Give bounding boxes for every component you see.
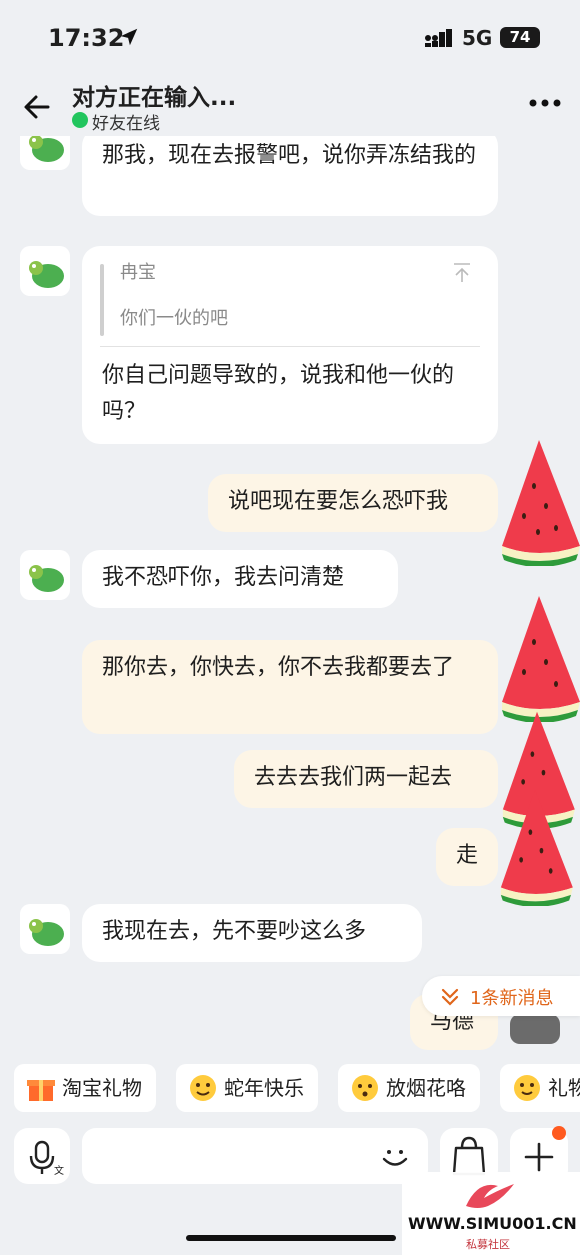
message-bubble[interactable]: 那我，现在去报警吧，说你弄冻结我的 [82,136,498,216]
voice-input-button[interactable]: 文 [14,1128,70,1184]
emoji-face-icon [190,1075,216,1101]
arrow-up-to-top-icon[interactable] [450,260,474,284]
avatar[interactable] [20,550,70,600]
battery-icon: 74 [500,27,540,48]
online-status-icon [72,112,88,128]
svg-text:文: 文 [54,1164,64,1177]
quote-text: 你们一伙的吧 [120,308,228,329]
message-input[interactable] [82,1128,428,1184]
message-text: 你自己问题导致的，说我和他一伙的吗？ [102,363,455,424]
quick-action-label: 放烟花咯 [386,1076,466,1100]
quick-action-label: 蛇年快乐 [224,1076,304,1100]
location-arrow-icon [120,28,138,46]
quick-actions-bar: 淘宝礼物 蛇年快乐 放烟花咯 礼物 [0,1064,580,1114]
avatar[interactable] [20,246,70,296]
message-bubble[interactable]: 我不恐吓你，我去问清楚 [82,550,398,608]
watermark: WWW.SIMU001.CN 私募社区 [402,1172,580,1255]
smiley-icon[interactable] [378,1140,412,1174]
message-bubble[interactable]: 说吧现在要怎么恐吓我 [208,474,498,532]
status-time: 17:32 [48,24,125,52]
status-bar: 17:32 5G 74 [0,0,580,72]
quick-action-gift[interactable]: 礼物 [500,1064,580,1112]
message-bubble[interactable]: 我现在去，先不要吵这么多 [82,904,422,962]
notification-dot [552,1126,566,1140]
quote-bar [100,264,104,336]
chat-header: 对方正在输入... 好友在线 [0,72,580,136]
watermelon-sticker [500,789,573,906]
gift-icon [27,1080,55,1101]
microphone-icon: 文 [29,1140,64,1177]
quoted-message-bubble[interactable]: 冉宝 你们一伙的吧 你自己问题导致的，说我和他一伙的吗？ [82,246,498,444]
message-bubble[interactable]: 去去去我们两一起去 [234,750,498,808]
new-message-indicator[interactable]: 1条新消息 [422,976,580,1016]
more-options-icon[interactable] [528,98,562,108]
avatar[interactable] [510,1014,560,1044]
quick-action-fireworks[interactable]: 放烟花咯 [338,1064,480,1112]
quick-action-taobao-gift[interactable]: 淘宝礼物 [14,1064,156,1112]
quick-action-label: 淘宝礼物 [62,1076,142,1100]
watermark-url: WWW.SIMU001.CN [408,1214,577,1233]
home-indicator[interactable] [186,1235,396,1241]
double-chevron-down-icon [441,988,459,1006]
avatar[interactable] [20,904,70,954]
watermark-logo [466,1184,514,1208]
watermelon-sticker [502,596,580,722]
quote-divider [100,346,480,347]
emoji-face-icon [514,1075,540,1101]
new-message-label: 1条新消息 [470,988,554,1009]
quick-action-snake-year[interactable]: 蛇年快乐 [176,1064,318,1112]
message-bubble[interactable]: 走 [436,828,498,886]
chat-area[interactable]: 那我，现在去报警吧，说你弄冻结我的 冉宝 你们一伙的吧 你自己问题导致的，说我和… [0,136,580,1064]
back-arrow-icon[interactable] [22,92,52,122]
online-status-label: 好友在线 [92,114,160,134]
watermelon-sticker [502,440,580,566]
chat-title: 对方正在输入... [72,85,237,111]
emoji-face-icon [352,1075,378,1101]
message-bubble[interactable]: 那你去，你快去，你不去我都要去了 [82,640,498,734]
quote-sender: 冉宝 [120,262,156,283]
signal-icon [425,29,452,47]
avatar[interactable] [20,136,70,170]
quick-action-label: 礼物 [548,1076,580,1100]
watermark-label: 私募社区 [466,1238,510,1251]
network-label: 5G [462,26,493,50]
